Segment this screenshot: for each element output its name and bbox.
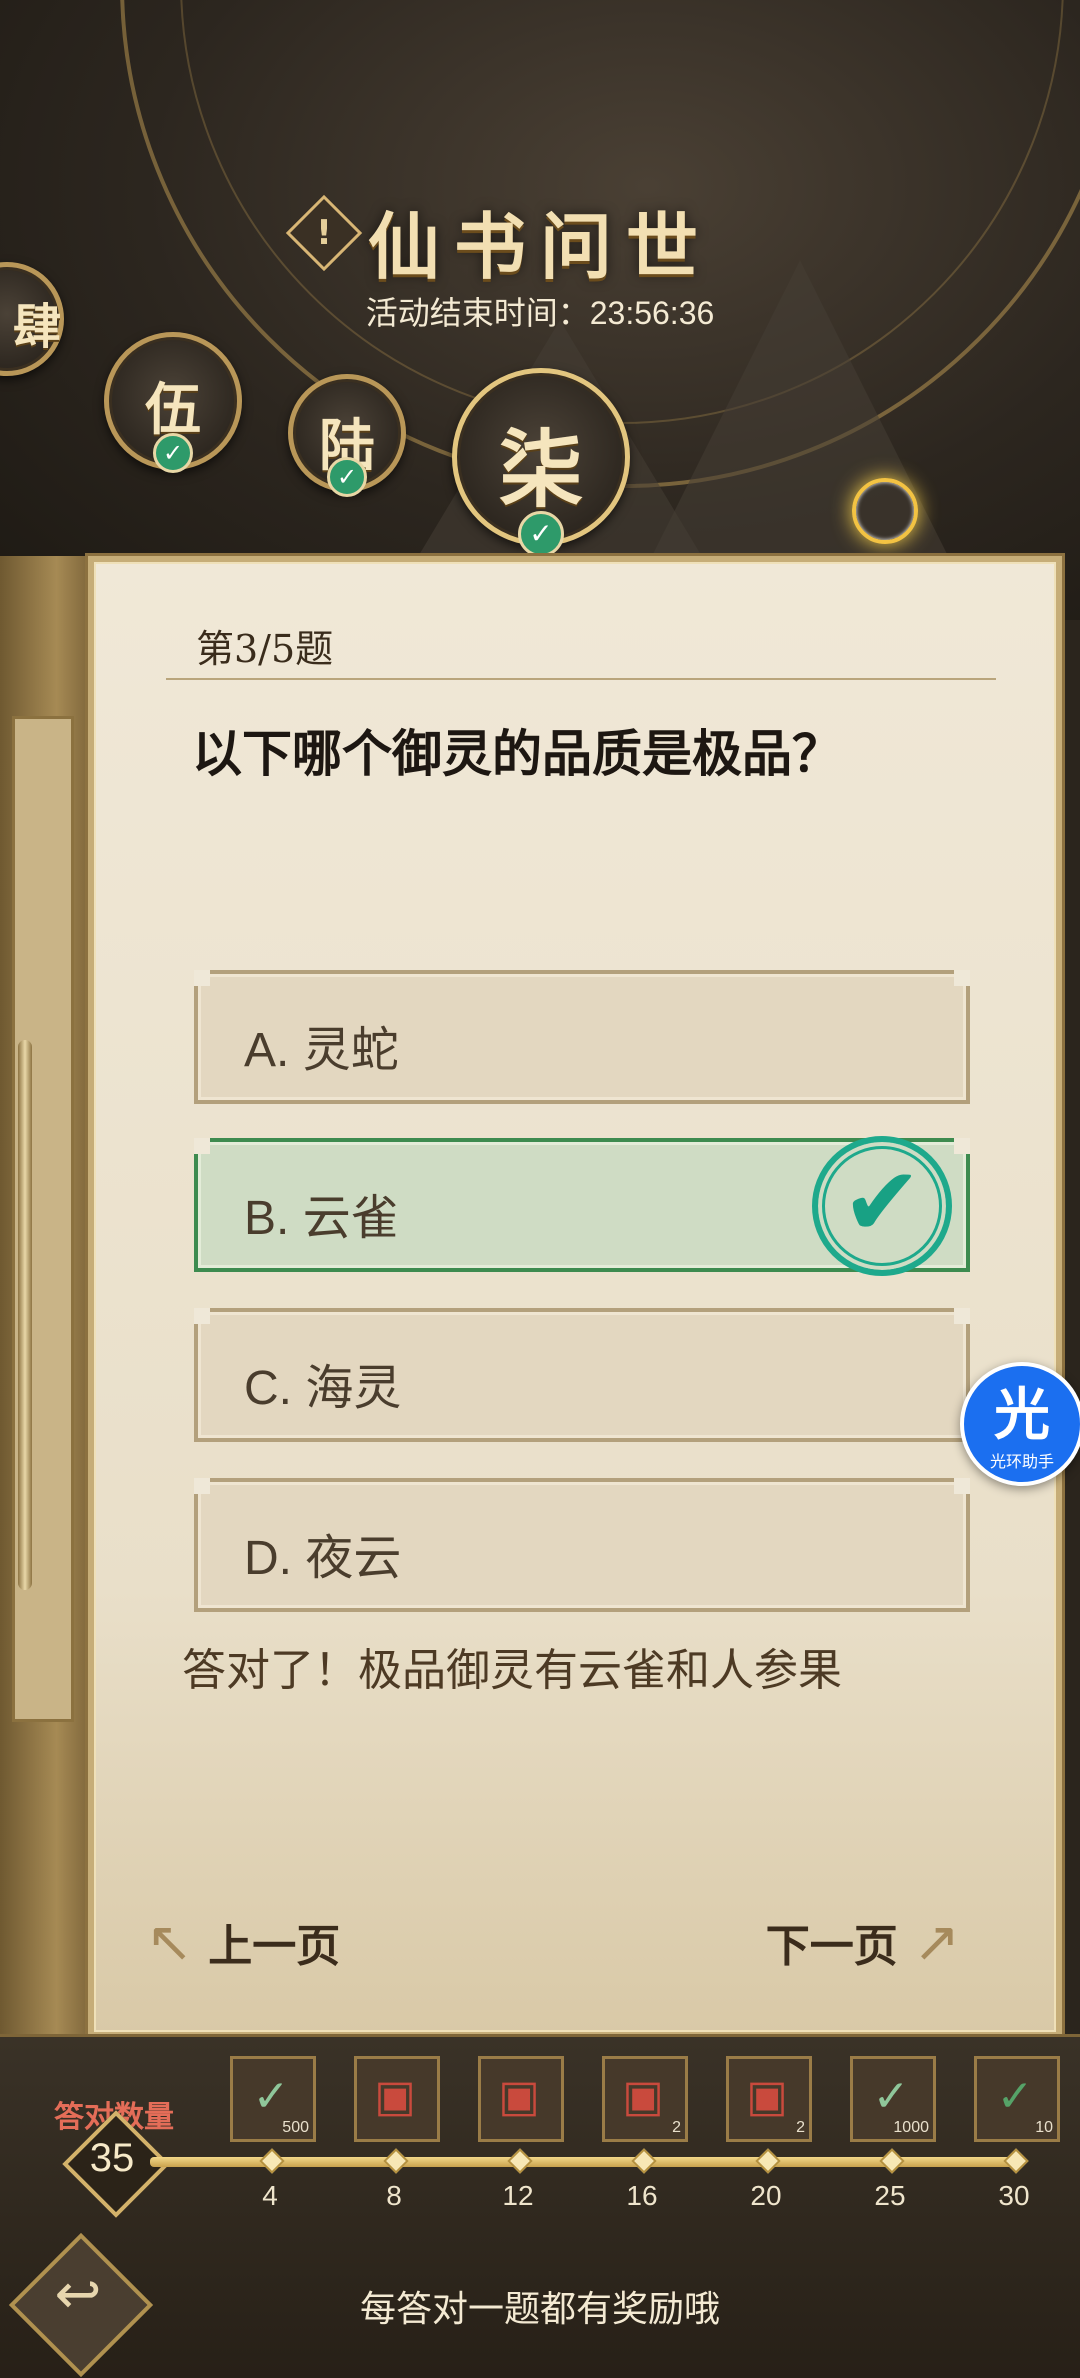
next-page-label: 下一页 — [765, 1921, 898, 1972]
left-scroll-frame — [0, 556, 94, 2056]
reward-qty: 500 — [282, 2119, 309, 2136]
arrow-left-icon: ↖ — [146, 1910, 193, 1975]
event-countdown: 活动结束时间：23:56:36 — [0, 288, 1080, 334]
reward-qty: 2 — [796, 2119, 805, 2136]
countdown-label: 活动结束时间： — [365, 295, 590, 331]
dragon-icon: ✓ — [996, 2071, 1034, 2122]
chapter-tab-6[interactable]: 陆 ✓ — [288, 374, 406, 497]
milestone-label: 4 — [262, 2180, 278, 2211]
chest-icon: ▣ — [498, 2071, 540, 2122]
prev-page-label: 上一页 — [208, 1921, 341, 1972]
chest-icon: ▣ — [622, 2071, 664, 2122]
option-b-button[interactable]: B. 云雀 ✔ — [194, 1136, 970, 1276]
assistant-label: 光环助手 — [989, 1454, 1054, 1471]
reward-qty: 1000 — [893, 2119, 929, 2136]
correct-count-value: 35 — [89, 2136, 135, 2180]
milestone-label: 8 — [386, 2180, 402, 2211]
prev-page-button[interactable]: ↖ 上一页 — [146, 1910, 340, 1975]
option-c-button[interactable]: C. 海灵 — [194, 1308, 970, 1442]
countdown-value: 23:56:36 — [589, 295, 715, 331]
correct-check-icon: ✔ — [812, 1136, 952, 1276]
arrow-right-icon: ↗ — [913, 1910, 960, 1975]
milestone-label: 25 — [874, 2180, 906, 2211]
chest-icon: ▣ — [746, 2071, 788, 2122]
milestone-label: 16 — [626, 2180, 658, 2211]
reward-4[interactable]: ▣ 2 — [602, 2056, 688, 2142]
question-number: 第3/5题 — [196, 627, 334, 671]
page-title: 仙书问世 — [367, 204, 712, 289]
scroll-icon: ✓ — [252, 2071, 290, 2122]
glowing-orb-icon[interactable] — [852, 478, 918, 544]
next-page-button[interactable]: 下一页 ↗ — [766, 1910, 960, 1975]
check-icon: ✓ — [518, 511, 564, 557]
milestone-label: 12 — [502, 2180, 534, 2211]
option-a-button[interactable]: A. 灵蛇 — [194, 970, 970, 1104]
assistant-glyph: 光 — [994, 1382, 1050, 1448]
milestone-label: 20 — [750, 2180, 782, 2211]
scroll-handle[interactable] — [18, 1040, 32, 1590]
check-icon: ✓ — [327, 457, 367, 497]
reward-2[interactable]: ▣ — [354, 2056, 440, 2142]
option-d-button[interactable]: D. 夜云 — [194, 1478, 970, 1612]
chapter-tab-5[interactable]: 伍 ✓ — [104, 332, 242, 473]
reward-1[interactable]: ✓ 500 — [230, 2056, 316, 2142]
option-label: A. 灵蛇 — [244, 1024, 399, 1077]
assistant-float-button[interactable]: 光 光环助手 — [960, 1362, 1080, 1486]
option-label: B. 云雀 — [244, 1192, 399, 1245]
chapter-label: 肆 — [12, 299, 61, 355]
answer-feedback: 答对了！极品御灵有云雀和人参果 — [182, 1645, 842, 1696]
chest-icon: ▣ — [374, 2071, 416, 2122]
question-text: 以下哪个御灵的品质是极品？ — [192, 724, 842, 783]
chapter-tab-7[interactable]: 柒 ✓ — [452, 368, 630, 557]
reward-3[interactable]: ▣ — [478, 2056, 564, 2142]
reward-hint: 每答对一题都有奖励哦 — [359, 2289, 720, 2330]
check-icon: ✓ — [153, 433, 193, 473]
milestone-label: 30 — [998, 2180, 1030, 2211]
scroll-icon: ✓ — [872, 2071, 910, 2122]
reward-6[interactable]: ✓ 1000 — [850, 2056, 936, 2142]
chapter-label: 柒 — [498, 420, 583, 519]
option-label: D. 夜云 — [244, 1532, 402, 1585]
option-label: C. 海灵 — [244, 1362, 402, 1415]
reward-qty: 2 — [672, 2119, 681, 2136]
reward-5[interactable]: ▣ 2 — [726, 2056, 812, 2142]
reward-7[interactable]: ✓ 10 — [974, 2056, 1060, 2142]
reward-qty: 10 — [1035, 2119, 1053, 2136]
divider — [166, 678, 996, 680]
